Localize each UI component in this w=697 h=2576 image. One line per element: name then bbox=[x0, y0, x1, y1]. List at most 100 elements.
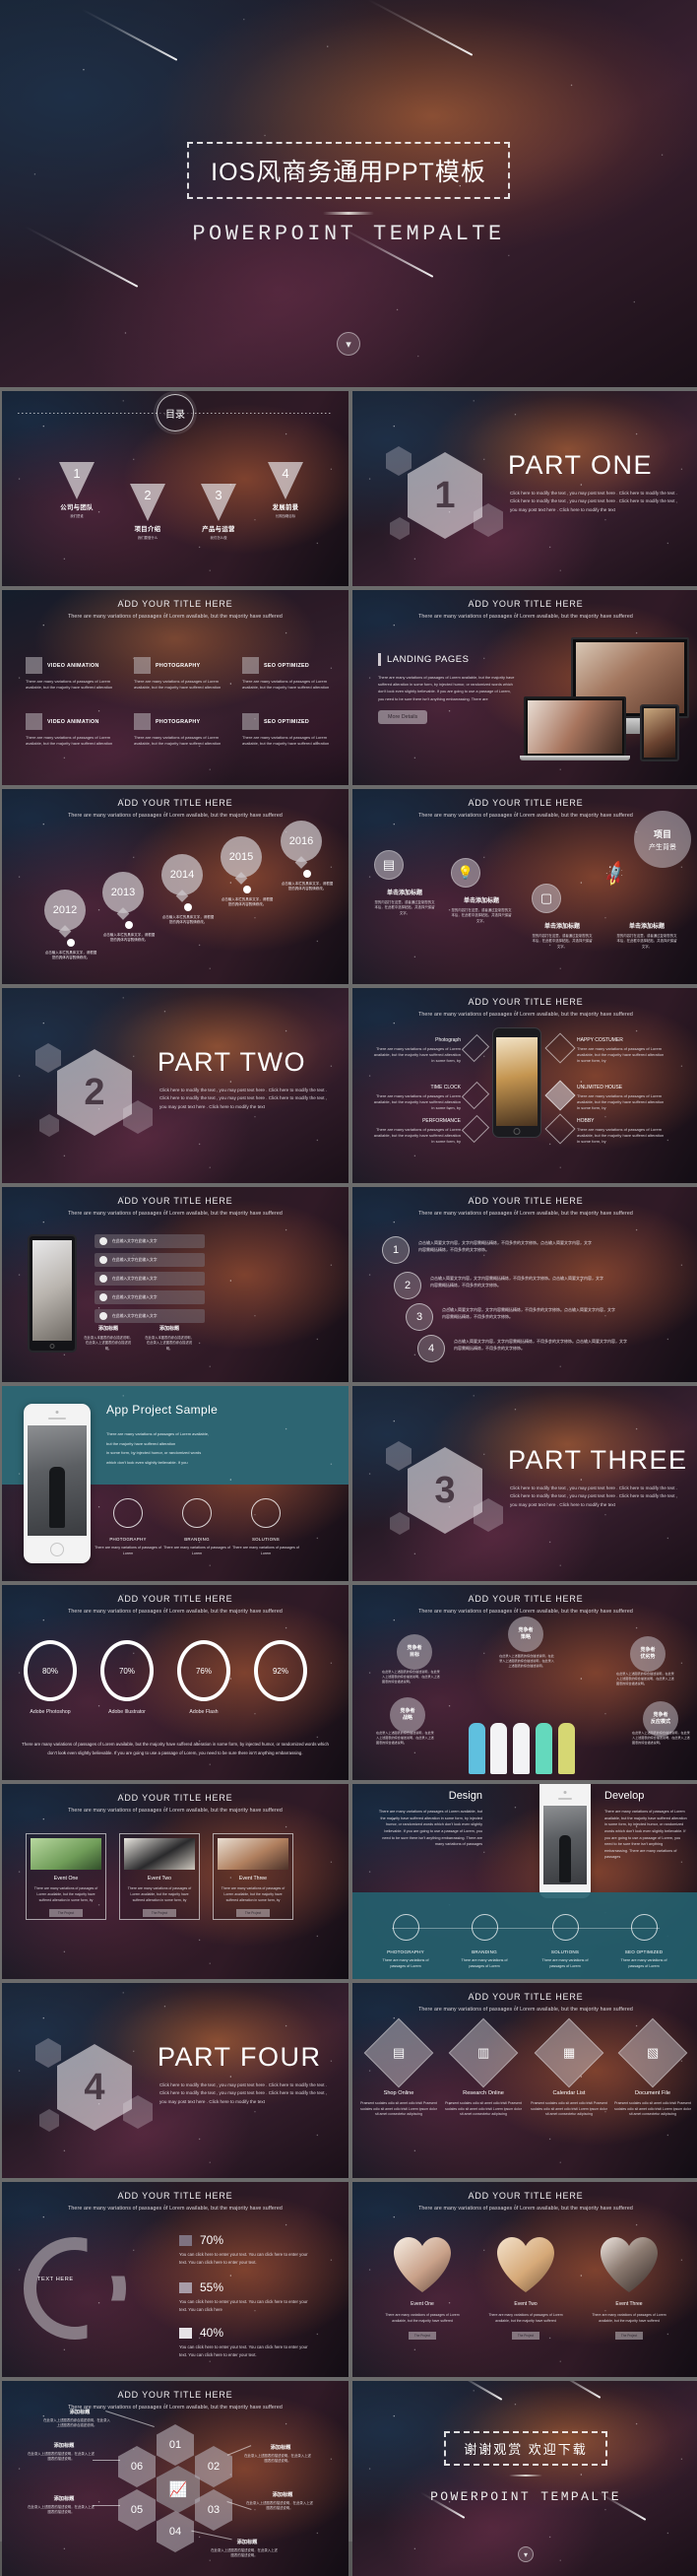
timeline-item[interactable]: 2015 点击输入本栏的具体文字，请根据您的具体内容酌情修改。 bbox=[221, 836, 274, 908]
timeline-item[interactable]: 2014 点击输入本栏的具体文字，请根据您的具体内容酌情修改。 bbox=[161, 854, 215, 926]
slide-features[interactable]: ADD YOUR TITLE HERE There are many varia… bbox=[2, 590, 348, 785]
card-button[interactable]: The Project bbox=[143, 1909, 176, 1918]
more-details-button[interactable]: More Details bbox=[378, 709, 428, 724]
process-node[interactable]: ▢ 单击添加标题 您的内容打在这里，或者通过复制您的文本后，在此框中选择粘贴，并… bbox=[532, 884, 593, 950]
process-node[interactable]: 单击添加标题 您的内容打在这里，或者通过复制您的文本后，在此框中选择粘贴，并选择… bbox=[616, 884, 677, 950]
feature-right-1[interactable]: HAPPY COSTUMER There are many variations… bbox=[544, 1032, 667, 1065]
diamond-item[interactable]: ▥ Research Online Praesent sodales odio … bbox=[444, 2017, 523, 2118]
feature-left-1[interactable]: Photograph There are many variations of … bbox=[370, 1033, 490, 1065]
slide-table-of-contents[interactable]: 目录 1 公司与团队 我们是谁 2 项目介绍 我们要做什么 3 产品与运营 我们… bbox=[2, 391, 348, 586]
slide-landing-pages[interactable]: ADD YOUR TITLE HERE There are many varia… bbox=[352, 590, 697, 785]
slide-diamonds[interactable]: ADD YOUR TITLE HERE There are many varia… bbox=[352, 1983, 697, 2178]
slide-thanks[interactable]: 谢谢观赏 欢迎下载 POWERPOINT TEMPALTE ▾ bbox=[352, 2381, 697, 2576]
app-item[interactable]: PHOTOGRAPHY There are many variations of… bbox=[95, 1498, 161, 1557]
app-item[interactable]: BRANDING There are many variations of pa… bbox=[163, 1498, 230, 1557]
feature-right-3[interactable]: HOBBY There are many variations of passa… bbox=[544, 1113, 667, 1146]
diamond-item[interactable]: ▧ Document File Praesent sodales odio si… bbox=[613, 2017, 692, 2118]
step-item[interactable]: 3 点击输入简要文字内容，文字内容需概括精炼，不用多余的文字修饰。点击输入简要文… bbox=[406, 1303, 617, 1331]
feature-item[interactable]: VIDEO ANIMATION There are many variation… bbox=[26, 657, 119, 691]
feature-body: There are many variations of passages of… bbox=[373, 1046, 461, 1064]
card-button[interactable]: The Project bbox=[408, 2332, 437, 2341]
timeline-item[interactable]: 2012 点击输入本栏的具体文字，请根据您的具体内容酌情修改。 bbox=[44, 890, 97, 961]
competitor-node[interactable]: 竞争者 策略 bbox=[508, 1617, 543, 1652]
slide-part-one[interactable]: 1 PART ONE Click here to modify the text… bbox=[352, 391, 697, 586]
slide-donut-percents[interactable]: ADD YOUR TITLE HERE There are many varia… bbox=[2, 2182, 348, 2377]
feature-item[interactable]: PHOTOGRAPHY There are many variations of… bbox=[134, 713, 227, 747]
feature-left-3[interactable]: PERFORMANCE There are many variations of… bbox=[370, 1114, 490, 1146]
process-node[interactable]: ▤ 单击添加标题 您的内容打在这里，或者通过复制您的文本后，在此框中选择粘贴，并… bbox=[374, 850, 435, 916]
dd-node[interactable]: SEO OPTIMIZED There are many variations … bbox=[606, 1914, 681, 1969]
timeline-dot bbox=[243, 886, 251, 893]
slide-skill-rings[interactable]: ADD YOUR TITLE HERE There are many varia… bbox=[2, 1585, 348, 1780]
skill-ring[interactable]: 76% Adobe Flash bbox=[177, 1640, 230, 1715]
toc-item-2[interactable]: 2 项目介绍 我们要做什么 bbox=[110, 484, 185, 540]
dd-node[interactable]: PHOTOGRAPHY There are many variations of… bbox=[368, 1914, 443, 1969]
percent-row[interactable]: 40% You can click here to enter your tex… bbox=[179, 2326, 313, 2360]
feature-left-2[interactable]: TIME CLOCK There are many variations of … bbox=[370, 1081, 490, 1112]
competitor-node[interactable]: 竞争者 战略 bbox=[390, 1697, 425, 1733]
col-body: 在此录入本图表的综合描述说明，在此录入上述图表的综合描述说明。 bbox=[84, 1336, 133, 1351]
card-button[interactable]: The Project bbox=[49, 1909, 83, 1918]
slide-numbered-steps[interactable]: ADD YOUR TITLE HERE There are many varia… bbox=[352, 1187, 697, 1382]
slide-part-three[interactable]: 3 PART THREE Click here to modify the te… bbox=[352, 1386, 697, 1581]
tablet-col-1[interactable]: 添加标题 在此录入本图表的综合描述说明，在此录入上述图表的综合描述说明。 bbox=[83, 1325, 134, 1352]
slide-heart-cards[interactable]: ADD YOUR TITLE HERE There are many varia… bbox=[352, 2182, 697, 2377]
process-node[interactable]: 💡 单击添加标题 您的内容打在这里，或者通过复制您的文本后，在此框中选择粘贴，并… bbox=[451, 858, 512, 924]
slide-design-develop[interactable]: Design There are many variations of pass… bbox=[352, 1784, 697, 1979]
tablet-col-2[interactable]: 添加标题 在此录入本图表的综合描述说明，在此录入上述图表的综合描述说明。 bbox=[144, 1325, 195, 1352]
card-button[interactable]: The Project bbox=[614, 2332, 644, 2341]
list-item[interactable]: 在此输入文字在此输入文字 bbox=[95, 1272, 205, 1286]
timeline-item[interactable]: 2016 点击输入本栏的具体文字，请根据您的具体内容酌情修改。 bbox=[281, 821, 334, 892]
dd-node[interactable]: BRANDING There are many variations of pa… bbox=[447, 1914, 522, 1969]
slide-competitor[interactable]: ADD YOUR TITLE HERE There are many varia… bbox=[352, 1585, 697, 1780]
slide-event-cards[interactable]: ADD YOUR TITLE HERE There are many varia… bbox=[2, 1784, 348, 1979]
slide-tablet-list[interactable]: ADD YOUR TITLE HERE There are many varia… bbox=[2, 1187, 348, 1382]
heart-card[interactable]: Event One There are many variations of p… bbox=[382, 2237, 463, 2342]
diamond-item[interactable]: ▤ Shop Online Praesent sodales odio sit … bbox=[359, 2017, 438, 2118]
slide-phone-features[interactable]: ADD YOUR TITLE HERE There are many varia… bbox=[352, 988, 697, 1183]
chevron-down-icon[interactable]: ▾ bbox=[337, 332, 360, 356]
heart-card[interactable]: Event Two There are many variations of p… bbox=[485, 2237, 566, 2342]
feature-item[interactable]: PHOTOGRAPHY There are many variations of… bbox=[134, 657, 227, 691]
step-item[interactable]: 4 点击输入简要文字内容，文字内容需概括精炼，不用多余的文字修饰。点击输入简要文… bbox=[417, 1335, 629, 1362]
slide-hex-wheel[interactable]: ADD YOUR TITLE HERE There are many varia… bbox=[2, 2381, 348, 2576]
card-button[interactable]: The Project bbox=[511, 2332, 540, 2341]
event-card[interactable]: Event Three There are many variations of… bbox=[213, 1833, 293, 1920]
chevron-down-icon[interactable]: ▾ bbox=[518, 2546, 534, 2562]
step-item[interactable]: 1 点击输入简要文字内容，文字内容需概括精炼，不用多余的文字修饰。点击输入简要文… bbox=[382, 1236, 594, 1264]
list-item[interactable]: 在此输入文字在此输入文字 bbox=[95, 1309, 205, 1323]
card-button[interactable]: The Project bbox=[236, 1909, 270, 1918]
competitor-node[interactable]: 竞争者 优劣势 bbox=[630, 1636, 665, 1672]
event-card[interactable]: Event Two There are many variations of p… bbox=[119, 1833, 200, 1920]
percent-row[interactable]: 70% You can click here to enter your tex… bbox=[179, 2233, 313, 2268]
percent-row[interactable]: 55% You can click here to enter your tex… bbox=[179, 2280, 313, 2315]
slide-timeline[interactable]: ADD YOUR TITLE HERE There are many varia… bbox=[2, 789, 348, 984]
diamond-item[interactable]: ▦ Calendar List Praesent sodales odio si… bbox=[530, 2017, 608, 2118]
feature-item[interactable]: SEO OPTIMIZED There are many variations … bbox=[242, 657, 336, 691]
slide-title[interactable]: IOS风商务通用PPT模板 POWERPOINT TEMPALTE ▾ bbox=[0, 0, 697, 387]
feature-item[interactable]: VIDEO ANIMATION There are many variation… bbox=[26, 713, 119, 747]
list-item[interactable]: 在此输入文字在此输入文字 bbox=[95, 1290, 205, 1304]
skill-ring[interactable]: 80% Adobe Photoshop bbox=[24, 1640, 77, 1715]
toc-item-3[interactable]: 3 产品与运营 我们怎么做 bbox=[181, 484, 256, 540]
speaker-icon bbox=[48, 1418, 66, 1420]
toc-item-1[interactable]: 1 公司与团队 我们是谁 bbox=[39, 462, 114, 518]
list-item[interactable]: 在此输入文字在此输入文字 bbox=[95, 1234, 205, 1248]
slide-app-project[interactable]: App Project Sample There are many variat… bbox=[2, 1386, 348, 1581]
list-item[interactable]: 在此输入文字在此输入文字 bbox=[95, 1253, 205, 1267]
dd-node[interactable]: SOLUTIONS There are many variations of p… bbox=[528, 1914, 602, 1969]
feature-right-2[interactable]: UNLIMITED HOUSE There are many variation… bbox=[544, 1080, 667, 1112]
competitor-node[interactable]: 竞争者 目标 bbox=[397, 1634, 432, 1670]
heart-card[interactable]: Event Three There are many variations of… bbox=[589, 2237, 669, 2342]
feature-item[interactable]: SEO OPTIMIZED There are many variations … bbox=[242, 713, 336, 747]
slide-process[interactable]: ADD YOUR TITLE HERE There are many varia… bbox=[352, 789, 697, 984]
app-item[interactable]: SOLUTIONS There are many variations of p… bbox=[232, 1498, 299, 1557]
slide-part-two[interactable]: 2 PART TWO Click here to modify the text… bbox=[2, 988, 348, 1183]
timeline-item[interactable]: 2013 点击输入本栏的具体文字，请根据您的具体内容酌情修改。 bbox=[102, 872, 156, 944]
event-card[interactable]: Event One There are many variations of p… bbox=[26, 1833, 106, 1920]
toc-item-4[interactable]: 4 发展前景 长期战略目标 bbox=[248, 462, 323, 518]
skill-ring[interactable]: 92% bbox=[254, 1640, 307, 1709]
skill-ring[interactable]: 70% Adobe Illustrator bbox=[100, 1640, 154, 1715]
slide-part-four[interactable]: 4 PART FOUR Click here to modify the tex… bbox=[2, 1983, 348, 2178]
step-item[interactable]: 2 点击输入简要文字内容，文字内容需概括精炼，不用多余的文字修饰。点击输入简要文… bbox=[394, 1272, 605, 1299]
